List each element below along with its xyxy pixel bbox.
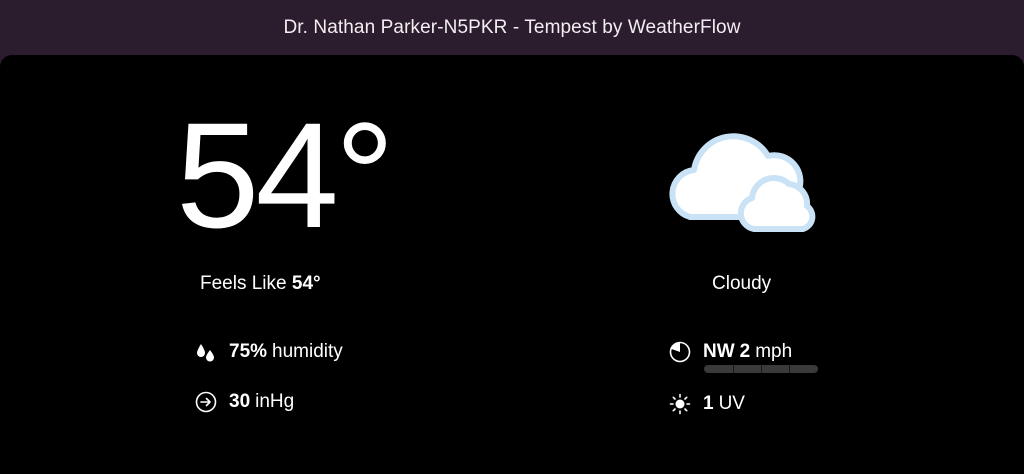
feels-like: Feels Like 54° (200, 273, 321, 295)
pressure-value: 30 (229, 391, 251, 412)
humidity-value: 75% (229, 341, 268, 362)
humidity-unit: humidity (272, 341, 343, 362)
pressure-unit: inHg (255, 391, 295, 412)
uv-value: 1 (703, 393, 714, 414)
wind-bar-tick (789, 365, 790, 373)
wind-speed: 2 (739, 341, 751, 362)
droplets-icon (195, 341, 217, 363)
cloud-icon (660, 133, 828, 237)
wind-bar-tick (761, 365, 762, 373)
window-titlebar: Dr. Nathan Parker-N5PKR - Tempest by Wea… (0, 0, 1024, 55)
wind-direction: NW (703, 341, 735, 362)
arrow-right-circle-icon (195, 391, 217, 413)
wind-row: NW 2 mph (669, 341, 792, 363)
pressure-row: 30 inHg (195, 391, 294, 413)
wind-bar-tick (733, 365, 734, 373)
sun-icon (669, 393, 691, 415)
current-temperature: 54° (176, 91, 395, 259)
condition-label: Cloudy (712, 273, 772, 294)
feels-like-label: Feels Like (200, 273, 287, 294)
wind-speed-bar (704, 365, 818, 373)
uv-unit: UV (718, 393, 745, 414)
humidity-row: 75% humidity (195, 341, 343, 363)
window-title: Dr. Nathan Parker-N5PKR - Tempest by Wea… (283, 16, 741, 38)
feels-like-value: 54° (291, 273, 321, 294)
uv-row: 1 UV (669, 393, 745, 415)
weather-panel (0, 55, 1024, 474)
wind-direction-icon (669, 341, 691, 363)
wind-unit: mph (755, 341, 793, 362)
